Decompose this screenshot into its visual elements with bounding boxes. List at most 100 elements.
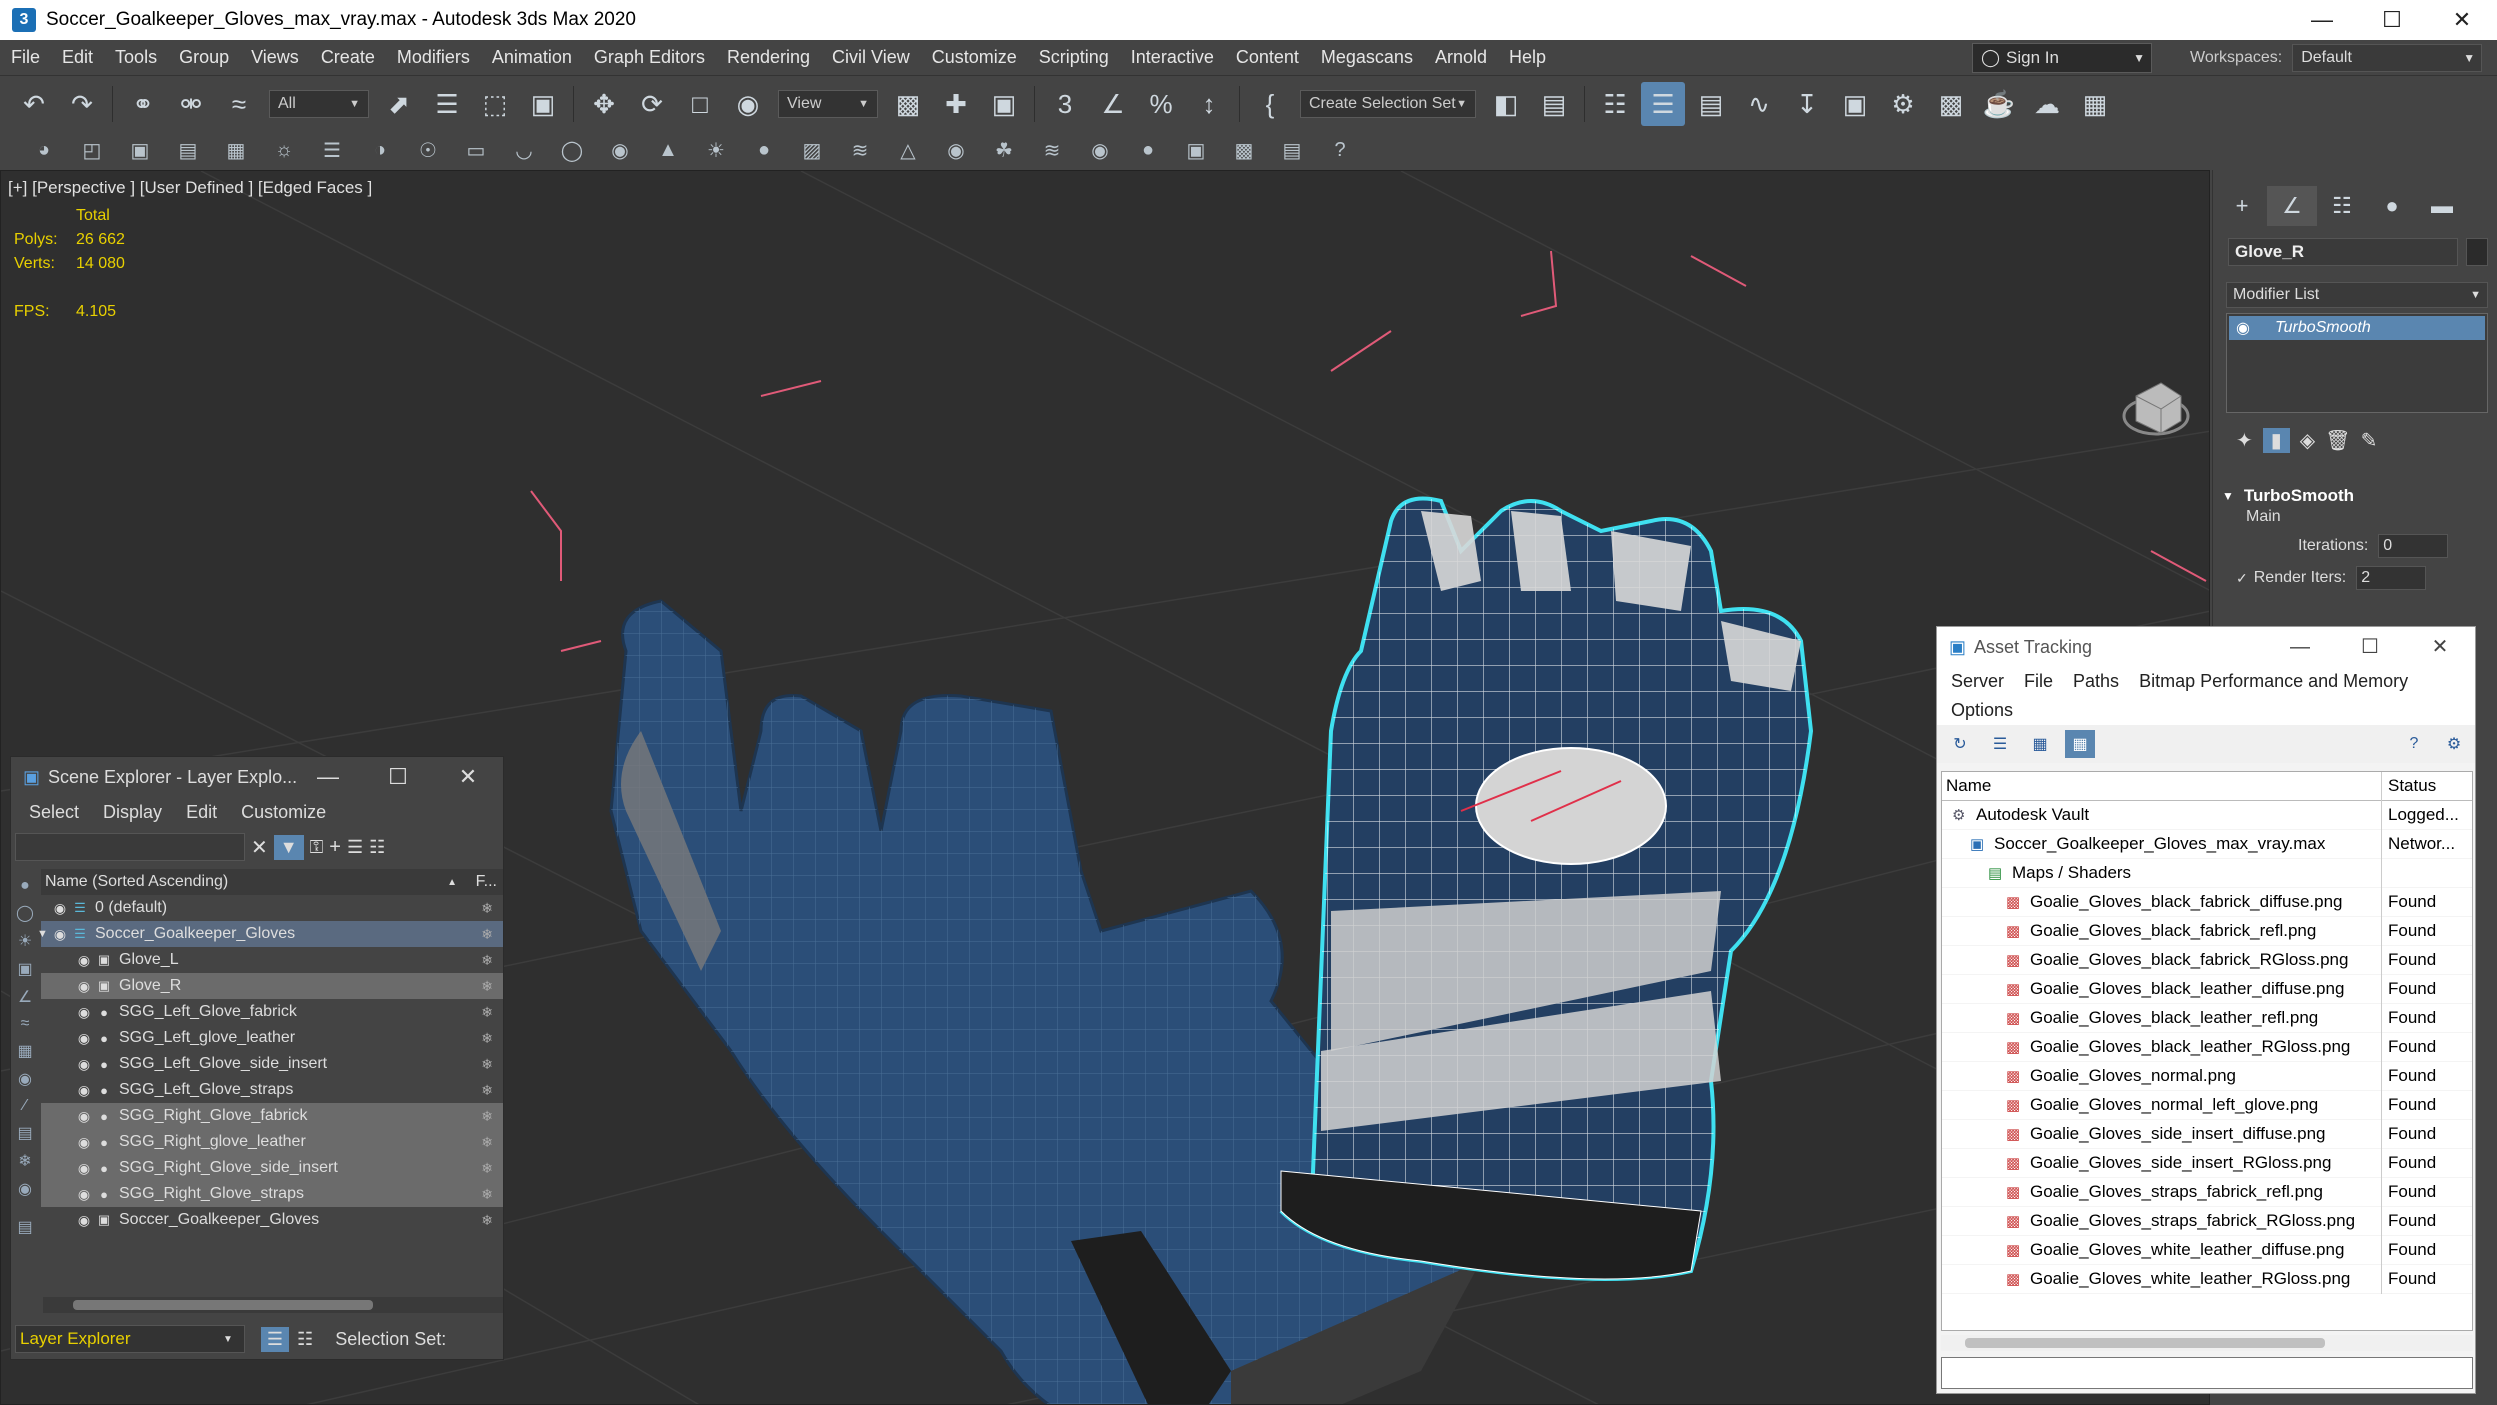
layer-mode-icon[interactable]: ☰: [260, 1326, 290, 1352]
frozen-filter-icon[interactable]: ❄: [18, 1151, 31, 1171]
asset-row[interactable]: ▩ Goalie_Gloves_white_leather_RGloss.png F…: [1942, 1264, 2472, 1294]
table-view-icon[interactable]: ▦: [2025, 730, 2055, 758]
layer-tree-row[interactable]: ▼ ◉ ☰ Soccer_Goalkeeper_Gloves ❄: [37, 921, 503, 947]
asset-row[interactable]: ▩ Goalie_Gloves_black_leather_refl.png Fou…: [1942, 1003, 2472, 1033]
eye-icon[interactable]: ◉: [2229, 318, 2257, 338]
select-by-name-icon[interactable]: ☰: [425, 82, 469, 126]
material-ball-icon[interactable]: ●: [1126, 134, 1170, 166]
volume-grid-icon[interactable]: ◉: [934, 134, 978, 166]
sun-moon-icon[interactable]: ◑: [358, 134, 402, 166]
freeze-icon[interactable]: ❄: [481, 1108, 493, 1125]
horizontal-scrollbar[interactable]: [43, 1297, 503, 1313]
place-icon[interactable]: ◉: [726, 82, 770, 126]
plant-icon[interactable]: ☘: [982, 134, 1026, 166]
hierarchy-icon[interactable]: ☷: [369, 837, 385, 858]
asset-row[interactable]: ▣ Soccer_Goalkeeper_Gloves_max_vray.max Ne…: [1942, 829, 2472, 859]
modifier-stack-item[interactable]: ◉ TurboSmooth: [2229, 316, 2485, 340]
add-layer-icon[interactable]: +: [329, 836, 341, 859]
menu-interactive[interactable]: Interactive: [1120, 47, 1225, 68]
visibility-eye-icon[interactable]: ◉: [75, 1056, 93, 1073]
grid-icon[interactable]: ▦: [214, 134, 258, 166]
asset-row[interactable]: ▩ Goalie_Gloves_black_leather_diffuse.png…: [1942, 974, 2472, 1004]
path-field[interactable]: [1941, 1357, 2473, 1389]
freeze-icon[interactable]: ❄: [481, 1004, 493, 1021]
asset-row[interactable]: ▩ Goalie_Gloves_side_insert_diffuse.png Fo…: [1942, 1119, 2472, 1149]
freeze-icon[interactable]: ❄: [481, 1160, 493, 1177]
pin-stack-icon[interactable]: ✦: [2236, 428, 2253, 453]
menu-create[interactable]: Create: [310, 47, 386, 68]
freeze-icon[interactable]: ❄: [481, 978, 493, 995]
freeze-icon[interactable]: ❄: [481, 1056, 493, 1073]
named-selection-sets-dropdown[interactable]: Create Selection Set ▼: [1300, 90, 1476, 118]
layer-tree-row[interactable]: ◉ ● SGG_Left_Glove_fabrick ❄: [41, 999, 503, 1025]
layer-tree-row[interactable]: ◉ ▣ Soccer_Goalkeeper_Gloves ❄: [41, 1207, 503, 1233]
maximize-button[interactable]: ☐: [363, 764, 433, 790]
unlink-icon[interactable]: ⚮: [169, 82, 213, 126]
geometry-filter-icon[interactable]: ●: [20, 877, 30, 895]
material-editor-icon[interactable]: ▣: [1833, 82, 1877, 126]
material-override-icon[interactable]: ▣: [1174, 134, 1218, 166]
visibility-eye-icon[interactable]: ◉: [75, 1004, 93, 1021]
render-setup-icon[interactable]: ⚙: [1881, 82, 1925, 126]
show-end-result-icon[interactable]: ▮: [2262, 427, 2290, 453]
rotate-icon[interactable]: ⟳: [630, 82, 674, 126]
toggle-scene-explorer-icon[interactable]: ☷: [1593, 82, 1637, 126]
status-column-header[interactable]: Status: [2382, 776, 2472, 796]
mesh-light-icon[interactable]: ◉: [598, 134, 642, 166]
visibility-eye-icon[interactable]: ◉: [75, 1082, 93, 1099]
snaps-toggle-icon[interactable]: 3: [1043, 82, 1087, 126]
scale-icon[interactable]: □: [678, 82, 722, 126]
infinite-plane-icon[interactable]: △: [886, 134, 930, 166]
minimize-button[interactable]: —: [2287, 0, 2357, 40]
visibility-eye-icon[interactable]: ◉: [75, 1030, 93, 1047]
schematic-view-icon[interactable]: ↧: [1785, 82, 1829, 126]
shape-filter-icon[interactable]: ◯: [16, 903, 34, 923]
redo-icon[interactable]: ↷: [60, 82, 104, 126]
decal-icon[interactable]: ◉: [1078, 134, 1122, 166]
modify-tab-icon[interactable]: ∠: [2267, 186, 2317, 226]
sign-in-dropdown[interactable]: ◯ Sign In ▼: [1972, 43, 2152, 73]
viewport-label[interactable]: [+] [Perspective ] [User Defined ] [Edge…: [8, 178, 372, 198]
render-iters-spinner[interactable]: 2: [2356, 566, 2427, 590]
bind-space-warp-icon[interactable]: ≈: [217, 82, 261, 126]
menu-scripting[interactable]: Scripting: [1028, 47, 1120, 68]
visibility-eye-icon[interactable]: ◉: [75, 978, 93, 995]
asset-row[interactable]: ▩ Goalie_Gloves_black_fabrick_RGloss.png F…: [1942, 945, 2472, 975]
plane-light-icon[interactable]: ▭: [454, 134, 498, 166]
layer-tree-row[interactable]: ◉ ▣ Glove_R ❄: [41, 973, 503, 999]
object-color-swatch[interactable]: [2466, 238, 2488, 266]
find-input[interactable]: [15, 833, 245, 861]
visibility-eye-icon[interactable]: ◉: [75, 1108, 93, 1125]
asset-row[interactable]: ▩ Goalie_Gloves_black_fabrick_refl.png Fou…: [1942, 916, 2472, 946]
menu-options[interactable]: Options: [1941, 696, 2023, 725]
menu-edit[interactable]: Edit: [51, 47, 104, 68]
menu-display[interactable]: Display: [93, 802, 172, 823]
freeze-icon[interactable]: ❄: [481, 1212, 493, 1229]
select-object-icon[interactable]: ⬈: [377, 82, 421, 126]
window-crossing-icon[interactable]: ▣: [521, 82, 565, 126]
selection-filter-dropdown[interactable]: All ▼: [269, 90, 369, 118]
workspaces-dropdown[interactable]: Default ▼: [2292, 44, 2483, 72]
lamp-icon[interactable]: ☼: [262, 134, 306, 166]
render-iters-checkbox[interactable]: ✓: [2236, 570, 2248, 587]
layers-icon[interactable]: ▤: [166, 134, 210, 166]
link-icon[interactable]: ⚭: [121, 82, 165, 126]
menu-help[interactable]: Help: [1498, 47, 1557, 68]
menu-content[interactable]: Content: [1225, 47, 1310, 68]
menu-server[interactable]: Server: [1941, 667, 2014, 696]
render-element-icon[interactable]: ▩: [1222, 134, 1266, 166]
freeze-icon[interactable]: ❄: [481, 952, 493, 969]
teapot-icon[interactable]: ◕: [22, 134, 66, 166]
fur-icon[interactable]: ≋: [838, 134, 882, 166]
menu-modifiers[interactable]: Modifiers: [386, 47, 481, 68]
menu-arnold[interactable]: Arnold: [1424, 47, 1498, 68]
menu-views[interactable]: Views: [240, 47, 310, 68]
camera-icon[interactable]: ☉: [406, 134, 450, 166]
asset-row[interactable]: ▤ Maps / Shaders: [1942, 858, 2472, 888]
asset-row[interactable]: ⚙ Autodesk Vault Logged...: [1942, 800, 2472, 830]
modifier-list-dropdown[interactable]: Modifier List ▼: [2226, 282, 2488, 308]
remove-modifier-icon[interactable]: 🗑: [2325, 428, 2350, 453]
toggle-ribbon-icon[interactable]: ▤: [1689, 82, 1733, 126]
menu-tools[interactable]: Tools: [104, 47, 168, 68]
minimize-button[interactable]: —: [293, 764, 363, 790]
